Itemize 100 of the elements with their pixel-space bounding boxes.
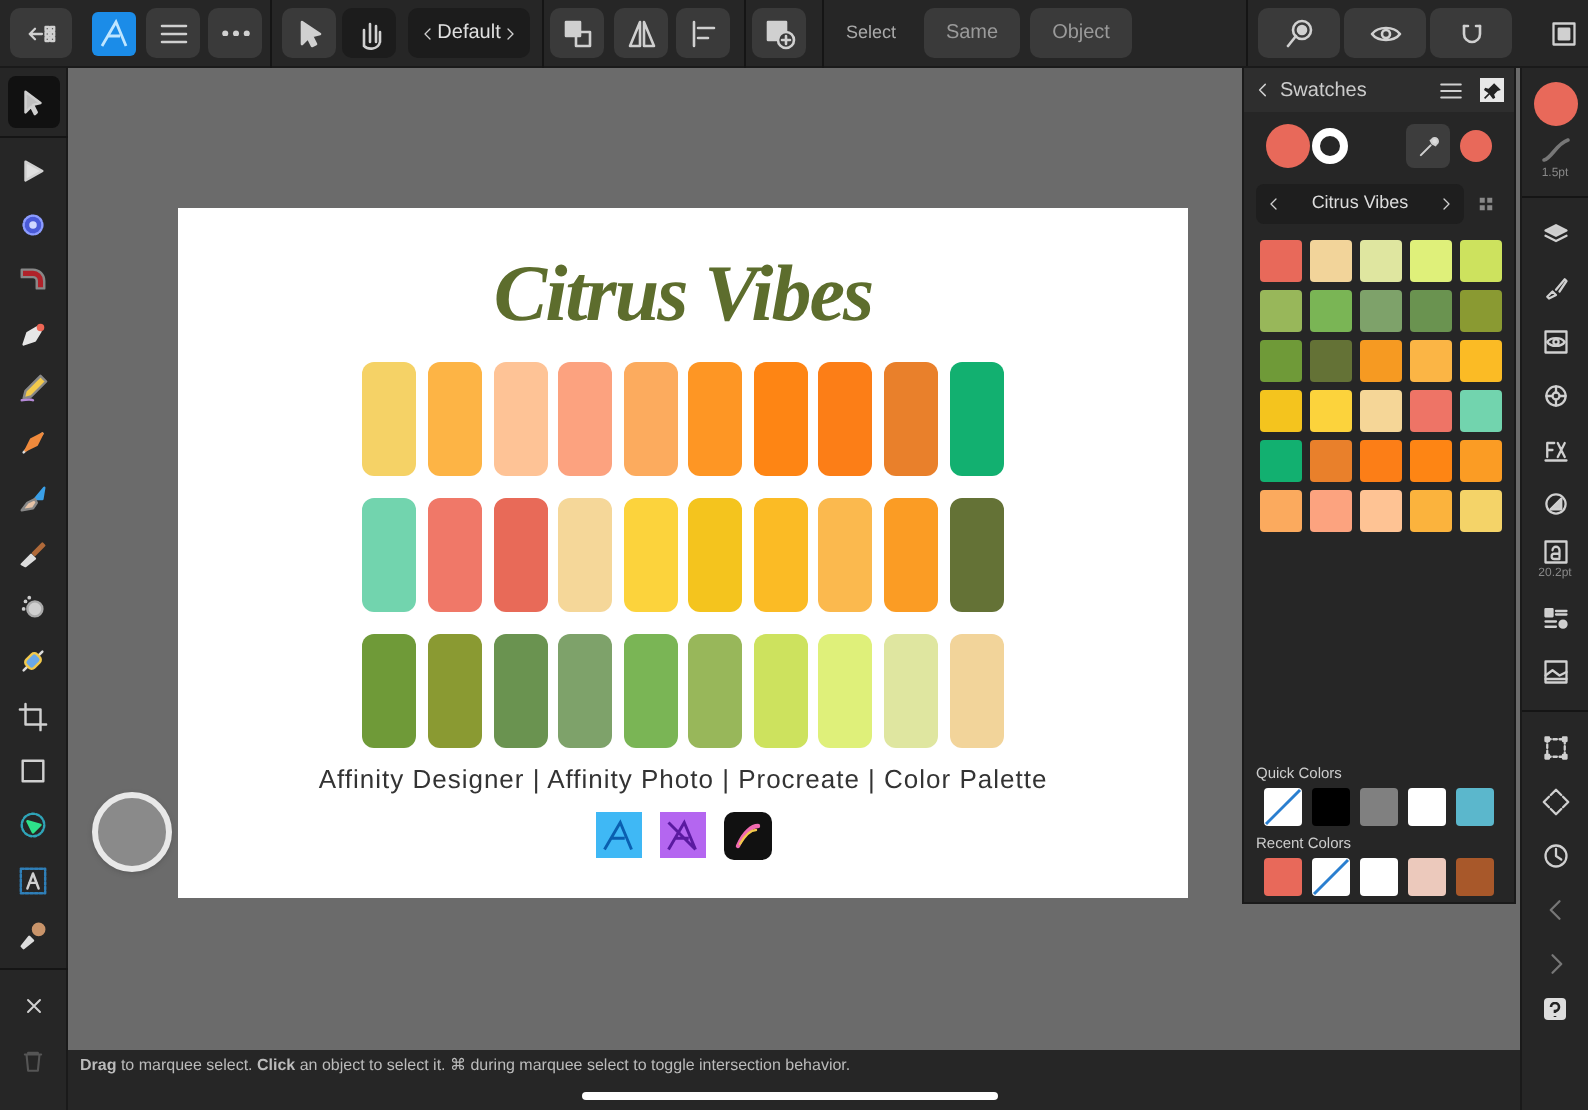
artboard-title: Citrus Vibes (493, 250, 873, 338)
select-label: Select (846, 19, 897, 46)
menu-button[interactable] (146, 8, 200, 58)
color-swatch[interactable] (1260, 240, 1302, 282)
color-swatch[interactable] (1310, 390, 1352, 432)
snapping-button[interactable] (1430, 8, 1513, 58)
flip-button[interactable] (614, 8, 668, 58)
contrast-icon (1541, 489, 1569, 517)
color-swatch[interactable] (1260, 490, 1302, 532)
node-pointer-icon (18, 155, 48, 186)
color-swatch[interactable] (1410, 290, 1452, 332)
no-color-swatch[interactable] (1264, 787, 1302, 826)
geometry-button[interactable] (550, 8, 604, 58)
grid-view-icon[interactable] (1476, 194, 1496, 214)
image-stack-icon (1541, 657, 1569, 685)
status-hint: Drag to marquee select. Click an object to select it. ⌘ during marquee select to toggle intersection behavior. (80, 1054, 853, 1078)
color-swatch[interactable] (1264, 858, 1302, 896)
fullscreen-icon[interactable] (1550, 19, 1579, 47)
color-swatch[interactable] (1360, 240, 1402, 282)
color-swatch[interactable] (1312, 787, 1350, 826)
panel-title: Swatches (1280, 77, 1369, 105)
floating-modifier-button[interactable] (92, 792, 172, 872)
color-picker-button[interactable] (1406, 124, 1450, 168)
back-button[interactable] (10, 8, 72, 58)
move-tool-button[interactable] (282, 8, 336, 58)
paint-brush-icon (18, 537, 48, 568)
pin-icon[interactable] (1480, 78, 1504, 102)
pen-icon (18, 319, 48, 350)
gear-icon (18, 210, 48, 241)
layers-icon (1541, 219, 1569, 247)
zoom-icon (1283, 17, 1316, 49)
select-same-button[interactable]: Same (924, 8, 1021, 58)
color-swatch[interactable] (1260, 440, 1302, 482)
brush-icon (1541, 273, 1569, 301)
color-swatch[interactable] (1310, 290, 1352, 332)
chevron-left-icon (1266, 194, 1282, 214)
color-swatch[interactable] (1408, 787, 1446, 826)
color-swatch[interactable] (1360, 858, 1398, 896)
history-icon (1541, 841, 1569, 869)
color-swatch[interactable] (1410, 390, 1452, 432)
palette-selector[interactable]: Citrus Vibes (1256, 184, 1464, 224)
select-object-button[interactable]: Object (1030, 8, 1133, 58)
boolean-icon (561, 17, 593, 49)
color-swatch[interactable] (1360, 290, 1402, 332)
color-swatch[interactable] (1310, 340, 1352, 382)
insert-icon (763, 17, 795, 49)
color-swatch[interactable] (1456, 787, 1494, 826)
color-swatch[interactable] (1360, 340, 1402, 382)
color-swatch[interactable] (1460, 390, 1502, 432)
text-list-icon (1541, 603, 1569, 631)
app-logo-icon[interactable] (92, 11, 136, 55)
no-color-swatch[interactable] (1312, 858, 1350, 896)
trash-icon (20, 1048, 46, 1075)
align-icon (687, 17, 719, 49)
eye-icon (1541, 327, 1569, 355)
color-swatch[interactable] (1310, 240, 1352, 282)
corner-icon (18, 264, 48, 295)
align-button[interactable] (676, 8, 730, 58)
more-button[interactable] (208, 8, 262, 58)
preset-selector[interactable]: Default (408, 8, 530, 58)
color-swatch[interactable] (1360, 787, 1398, 826)
color-swatch[interactable] (1310, 440, 1352, 482)
color-swatch[interactable] (1310, 490, 1352, 532)
tool-button[interactable] (7, 76, 59, 128)
help-icon[interactable] (1544, 998, 1566, 1020)
rectangle-icon (18, 756, 48, 787)
color-swatch[interactable] (1260, 340, 1302, 382)
brush-icon (18, 483, 48, 514)
color-swatch[interactable] (1260, 290, 1302, 332)
menu-icon[interactable] (1438, 77, 1464, 103)
color-swatch[interactable] (1460, 340, 1502, 382)
color-swatch[interactable] (1410, 490, 1452, 532)
color-swatch[interactable] (1360, 440, 1402, 482)
color-swatch[interactable] (1410, 440, 1452, 482)
color-swatch[interactable] (1460, 240, 1502, 282)
color-swatch[interactable] (1460, 290, 1502, 332)
color-swatch[interactable] (1260, 390, 1302, 432)
color-swatch[interactable] (1360, 390, 1402, 432)
color-swatch[interactable] (1460, 490, 1502, 532)
text-a-icon (1541, 537, 1569, 565)
view-mode-button[interactable] (1344, 8, 1427, 58)
transform-icon (1541, 733, 1569, 761)
color-picker-icon (18, 919, 48, 950)
color-swatch[interactable] (1408, 858, 1446, 896)
eyedropper-icon (1415, 133, 1441, 159)
pencil-icon (18, 373, 48, 404)
chevron-left-icon (420, 23, 436, 43)
color-swatch[interactable] (1410, 340, 1452, 382)
color-swatch[interactable] (1460, 440, 1502, 482)
close-icon (21, 993, 45, 1018)
color-swatch[interactable] (1410, 240, 1452, 282)
artboard-caption: Affinity Designer | Affinity Photo | Procreate | Color Palette (318, 762, 1048, 798)
chevron-left-icon (1254, 80, 1272, 100)
color-swatch[interactable] (1456, 858, 1494, 896)
zoom-button[interactable] (1258, 8, 1341, 58)
more-icon (221, 29, 249, 37)
insert-button[interactable] (752, 8, 806, 58)
text-frame-icon (18, 865, 48, 896)
hand-tool-button[interactable] (342, 8, 396, 58)
color-swatch[interactable] (1360, 490, 1402, 532)
